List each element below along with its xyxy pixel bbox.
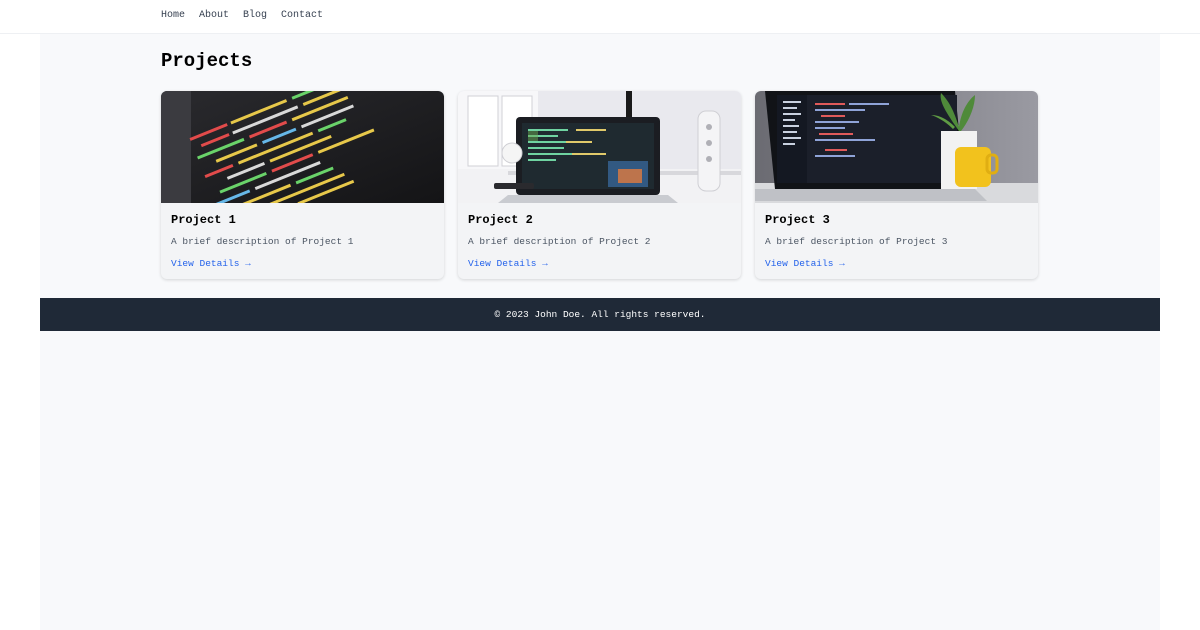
- view-details-link[interactable]: View Details →: [468, 258, 548, 269]
- nav-link-blog[interactable]: Blog: [243, 10, 267, 21]
- page: Home About Blog Contact Projects Project…: [0, 0, 1200, 630]
- view-details-link[interactable]: View Details →: [765, 258, 845, 269]
- footer-copyright: © 2023 John Doe. All rights reserved.: [494, 309, 706, 320]
- card-description: A brief description of Project 2: [468, 236, 651, 247]
- project-grid: Project 1 A brief description of Project…: [161, 91, 1038, 279]
- nav-links: Home About Blog Contact: [161, 10, 323, 21]
- card-body: Project 3 A brief description of Project…: [755, 203, 1038, 271]
- card-title: Project 3: [765, 213, 830, 227]
- laptop-desk-photo: [458, 91, 741, 203]
- view-details-link[interactable]: View Details →: [171, 258, 251, 269]
- card-description: A brief description of Project 3: [765, 236, 948, 247]
- footer: © 2023 John Doe. All rights reserved.: [40, 298, 1160, 331]
- card-title: Project 1: [171, 213, 236, 227]
- card-body: Project 2 A brief description of Project…: [458, 203, 741, 271]
- project-card-3[interactable]: Project 3 A brief description of Project…: [755, 91, 1038, 279]
- project-card-1[interactable]: Project 1 A brief description of Project…: [161, 91, 444, 279]
- code-closeup-photo: [161, 91, 444, 203]
- page-title: Projects: [161, 50, 253, 72]
- card-body: Project 1 A brief description of Project…: [161, 203, 444, 271]
- top-nav: Home About Blog Contact: [0, 0, 1200, 34]
- laptop-plant-photo: [755, 91, 1038, 203]
- project-card-2[interactable]: Project 2 A brief description of Project…: [458, 91, 741, 279]
- card-description: A brief description of Project 1: [171, 236, 354, 247]
- nav-link-contact[interactable]: Contact: [281, 10, 323, 21]
- card-title: Project 2: [468, 213, 533, 227]
- nav-link-home[interactable]: Home: [161, 10, 185, 21]
- nav-link-about[interactable]: About: [199, 10, 229, 21]
